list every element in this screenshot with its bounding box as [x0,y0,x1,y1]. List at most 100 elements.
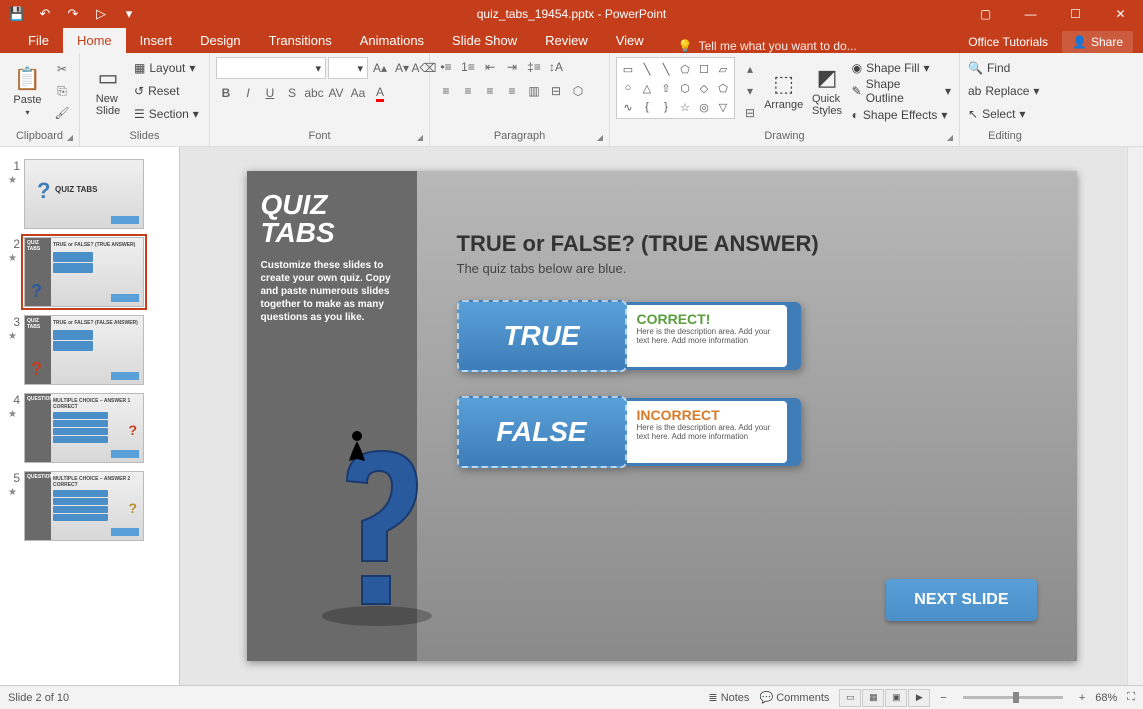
start-slideshow-button[interactable]: ▷ [88,2,114,26]
paragraph-dialog-launcher[interactable]: ◢ [597,133,603,142]
answer-false-row[interactable]: FALSE INCORRECT Here is the description … [457,396,1037,468]
italic-button[interactable]: I [238,83,258,103]
incorrect-card[interactable]: INCORRECT Here is the description area. … [627,401,787,463]
thumbnail-4[interactable]: 4★ QUESTIONMULTIPLE CHOICE – ANSWER 1 CO… [0,389,179,467]
columns-button[interactable]: ▥ [524,81,544,101]
spacing-button[interactable]: AV [326,83,346,103]
reading-view-button[interactable]: ▣ [885,689,907,707]
notes-button[interactable]: ≣ Notes [708,691,749,704]
strikethrough-button[interactable]: S [282,83,302,103]
layout-button[interactable]: ▦ Layout ▾ [132,57,201,78]
tab-slideshow[interactable]: Slide Show [438,28,531,53]
shapes-gallery[interactable]: ▭╲╲⬠☐▱ ○△⇧⬡◇⬠ ∿{}☆◎▽ [616,57,735,119]
find-button[interactable]: 🔍 Find [966,57,1044,78]
tab-insert[interactable]: Insert [126,28,187,53]
decrease-font-button[interactable]: A▾ [392,58,412,78]
select-button[interactable]: ↖ Select ▾ [966,104,1044,125]
ribbon-display-button[interactable]: ▢ [963,0,1008,28]
tab-file[interactable]: File [14,28,63,53]
zoom-in-button[interactable]: + [1079,692,1085,704]
slide-title[interactable]: QUIZ TABS [261,191,403,247]
save-button[interactable]: 💾 [4,2,30,26]
paste-button[interactable]: 📋Paste▾ [6,57,49,125]
tab-home[interactable]: Home [63,28,126,53]
numbering-button[interactable]: 1≡ [458,57,478,77]
share-button[interactable]: 👤Share [1062,31,1133,53]
thumbnail-1[interactable]: 1★ QUIZ TABS? [0,155,179,233]
align-text-button[interactable]: ⊟ [546,81,566,101]
undo-button[interactable]: ↶ [32,2,58,26]
cut-button[interactable]: ✂ [51,59,73,79]
arrange-button[interactable]: ⬚Arrange [763,57,804,125]
thumbnail-2[interactable]: 2★ QUIZ TABSTRUE or FALSE? (TRUE ANSWER)… [0,233,179,311]
bold-button[interactable]: B [216,83,236,103]
align-right-button[interactable]: ≡ [480,81,500,101]
correct-card[interactable]: CORRECT! Here is the description area. A… [627,305,787,367]
office-tutorials-link[interactable]: Office Tutorials [968,35,1048,49]
slide-canvas-area[interactable]: QUIZ TABS Customize these slides to crea… [180,147,1143,685]
slide-description[interactable]: Customize these slides to create your ow… [261,259,403,324]
font-dialog-launcher[interactable]: ◢ [417,133,423,142]
fit-to-window-button[interactable]: ⛶ [1127,691,1135,704]
shape-fill-button[interactable]: ◉ Shape Fill ▾ [850,57,953,78]
align-center-button[interactable]: ≡ [458,81,478,101]
thumbnail-5[interactable]: 5★ QUESTIONMULTIPLE CHOICE – ANSWER 2 CO… [0,467,179,545]
shapes-more-button-2[interactable]: ▾ [739,81,761,101]
shape-effects-button[interactable]: ◐ Shape Effects ▾ [850,104,953,125]
answer-true-row[interactable]: TRUE CORRECT! Here is the description ar… [457,300,1037,372]
underline-button[interactable]: U [260,83,280,103]
tab-design[interactable]: Design [186,28,254,53]
justify-button[interactable]: ≡ [502,81,522,101]
increase-indent-button[interactable]: ⇥ [502,57,522,77]
maximize-button[interactable]: ☐ [1053,0,1098,28]
shape-outline-button[interactable]: ✎ Shape Outline ▾ [850,80,953,102]
comments-button[interactable]: 💬 Comments [759,691,829,704]
tab-transitions[interactable]: Transitions [255,28,346,53]
question-title[interactable]: TRUE or FALSE? (TRUE ANSWER) [457,231,1037,257]
font-size-combo[interactable]: ▾ [328,57,368,79]
normal-view-button[interactable]: ▭ [839,689,861,707]
tab-review[interactable]: Review [531,28,602,53]
clipboard-dialog-launcher[interactable]: ◢ [67,133,73,142]
slide[interactable]: QUIZ TABS Customize these slides to crea… [247,171,1077,661]
shapes-more-button[interactable]: ▴ [739,59,761,79]
tab-animations[interactable]: Animations [346,28,438,53]
font-name-combo[interactable]: ▾ [216,57,326,79]
zoom-slider[interactable] [963,696,1063,699]
zoom-level[interactable]: 68% [1095,692,1117,704]
false-tab[interactable]: FALSE [457,396,627,468]
minimize-button[interactable]: — [1008,0,1053,28]
slide-counter[interactable]: Slide 2 of 10 [8,692,69,704]
shadow-button[interactable]: abc [304,83,324,103]
reset-button[interactable]: ↺ Reset [132,80,201,101]
drawing-dialog-launcher[interactable]: ◢ [947,133,953,142]
copy-button[interactable]: ⎘ [51,81,73,101]
increase-font-button[interactable]: A▴ [370,58,390,78]
next-slide-button[interactable]: NEXT SLIDE [886,579,1036,621]
new-slide-button[interactable]: ▭New Slide [86,57,130,125]
shapes-expand-button[interactable]: ⊟ [739,103,761,123]
true-tab[interactable]: TRUE [457,300,627,372]
redo-button[interactable]: ↷ [60,2,86,26]
qat-customize-button[interactable]: ▾ [116,2,142,26]
format-painter-button[interactable]: 🖌 [51,103,73,123]
section-button[interactable]: ☰ Section ▾ [132,104,201,125]
close-button[interactable]: ✕ [1098,0,1143,28]
sorter-view-button[interactable]: ▦ [862,689,884,707]
smartart-button[interactable]: ⬡ [568,81,588,101]
change-case-button[interactable]: Aa [348,83,368,103]
text-direction-button[interactable]: ↕A [546,57,566,77]
bullets-button[interactable]: •≡ [436,57,456,77]
tab-view[interactable]: View [602,28,658,53]
replace-button[interactable]: ab Replace ▾ [966,80,1044,101]
line-spacing-button[interactable]: ‡≡ [524,57,544,77]
quick-styles-button[interactable]: ◩Quick Styles [806,57,847,125]
thumbnail-3[interactable]: 3★ QUIZ TABSTRUE or FALSE? (FALSE ANSWER… [0,311,179,389]
slides-thumbnail-pane[interactable]: 1★ QUIZ TABS? 2★ QUIZ TABSTRUE or FALSE?… [0,147,180,685]
decrease-indent-button[interactable]: ⇤ [480,57,500,77]
zoom-out-button[interactable]: − [940,692,946,704]
align-left-button[interactable]: ≡ [436,81,456,101]
question-subtitle[interactable]: The quiz tabs below are blue. [457,261,1037,276]
tell-me-search[interactable]: 💡Tell me what you want to do... [678,39,857,53]
slideshow-view-button[interactable]: ▶ [908,689,930,707]
